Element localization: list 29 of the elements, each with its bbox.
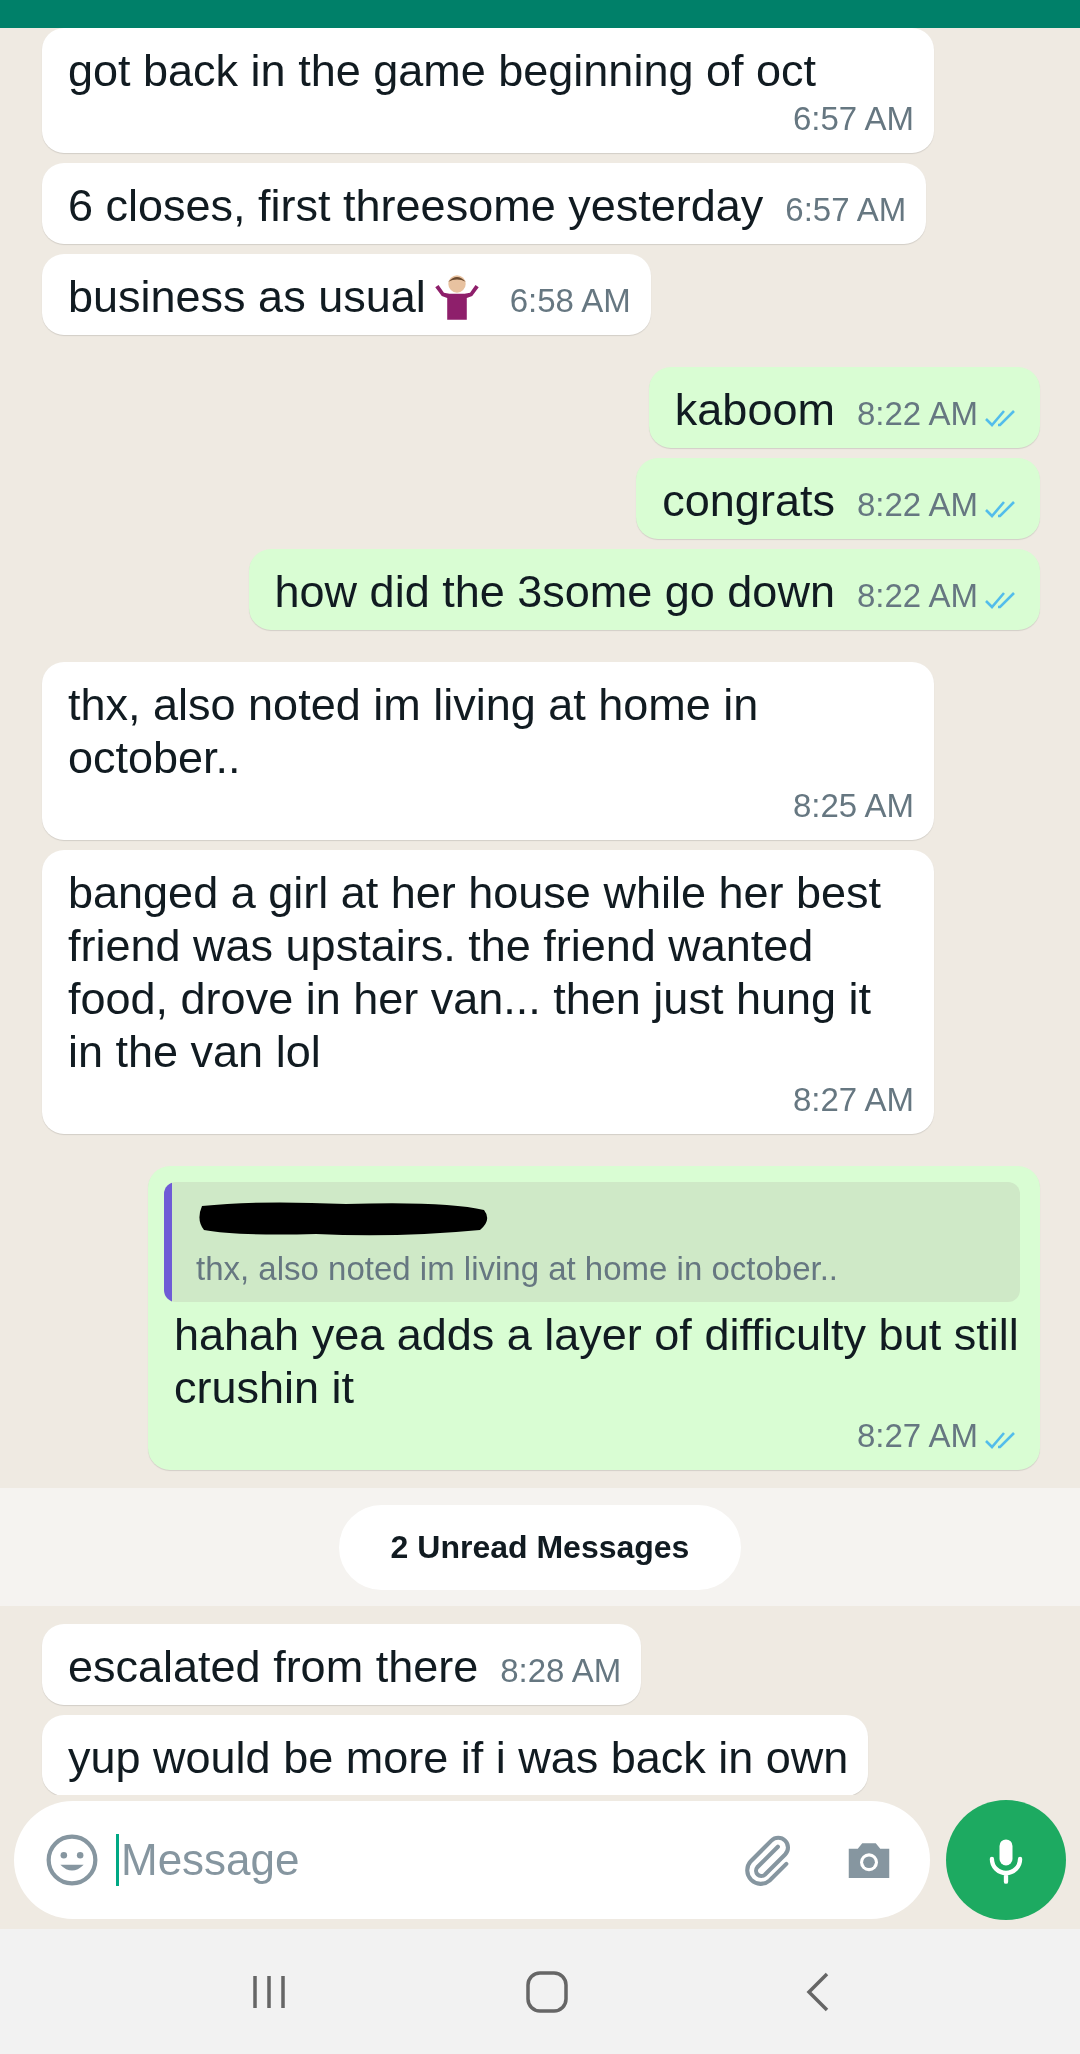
message-input-bar[interactable]: Message [14,1801,930,1919]
message-text: how did the 3some go down [274,565,835,618]
quoted-text: thx, also noted im living at home in october.. [196,1249,839,1289]
message-text: business as usual [68,270,426,323]
message-time: 8:27 AM [792,1080,914,1120]
message-text: got back in the game beginning of oct [68,44,816,97]
message-text: yup would be more if i was back in own [68,1731,849,1784]
message-time: 8:22 AM [856,394,978,434]
message-text: kaboom [674,383,835,436]
message-time: 6:57 AM [792,99,914,139]
message-time: 8:25 AM [792,786,914,826]
message-text: hahah yea adds a layer of difficulty but still crushin it [174,1308,1020,1414]
message-text: escalated from there [68,1640,479,1693]
message-time: 8:28 AM [500,1651,622,1691]
home-icon[interactable] [524,1968,570,2015]
text-cursor [116,1834,119,1886]
message-time: 8:27 AM [856,1416,978,1456]
unread-messages-label: 2 Unread Messages [338,1504,742,1590]
message-text: thx, also noted im living at home in october.. [68,678,760,784]
message-time: 6:57 AM [785,190,907,230]
emoji-icon[interactable] [44,1832,100,1888]
message-text: 6 closes, first threesome yesterday [68,179,764,232]
message-time: 8:22 AM [856,485,978,525]
message-text: banged a girl at her house while her best friend was upstairs. the friend wanted food, drove in her van... then just hung it in the van lol [68,866,883,1078]
message-field[interactable]: Message [121,1827,722,1893]
quoted-message[interactable]: thx, also noted im living at home in october.. [164,1182,1020,1302]
message-text: congrats [662,474,835,527]
message-time: 6:58 AM [509,281,631,321]
message-time: 8:22 AM [856,576,978,616]
